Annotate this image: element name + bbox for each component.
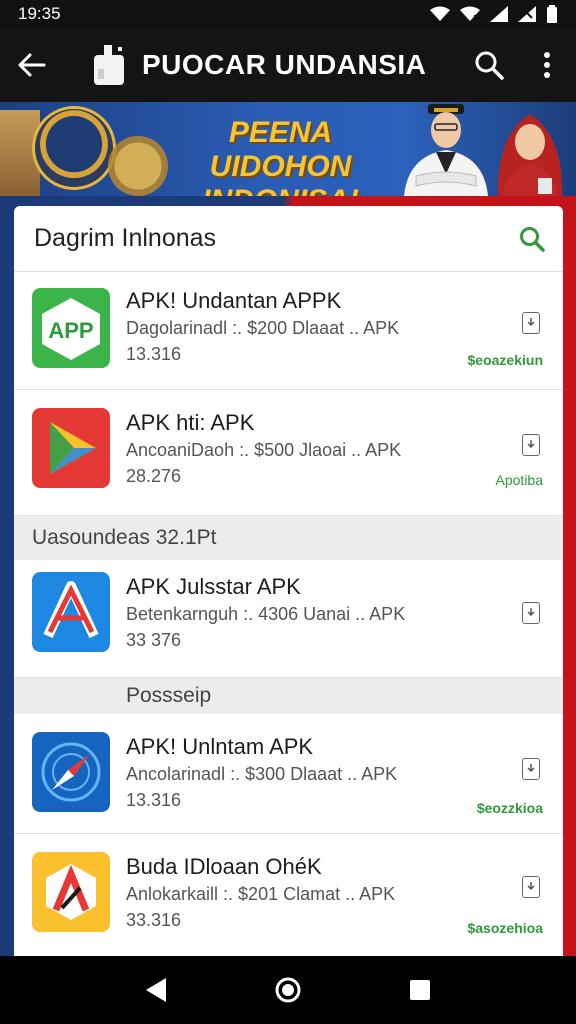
nav-home-button[interactable] — [258, 960, 318, 1020]
list-item[interactable]: APK hti: APK AncoaniDaoh :. $500 Jlaoai … — [14, 390, 563, 516]
section-label: Possseip — [126, 684, 212, 707]
search-icon[interactable] — [519, 226, 545, 252]
nav-recents-button[interactable] — [390, 960, 450, 1020]
download-button[interactable] — [522, 876, 540, 898]
back-button[interactable] — [0, 28, 64, 102]
banner-text: PEENA UIDOHON INDONISA! — [158, 116, 403, 196]
download-icon — [527, 608, 535, 617]
wifi-icon — [430, 6, 450, 21]
app-size: 13.316 — [126, 790, 182, 810]
download-icon — [527, 318, 535, 327]
list-item[interactable]: Buda IDloaan OhéK Anlokarkaill :. $201 C… — [14, 834, 563, 956]
app-description: Anlokarkaill :. $201 Clamat .. APK — [126, 884, 396, 904]
section-label: Uasoundeas 32.1Pt — [32, 526, 217, 549]
app-name: APK Julsstar APK — [126, 574, 301, 599]
banner-line2: INDONISA! — [158, 184, 403, 196]
arrow-left-icon — [18, 53, 46, 77]
app-name: APK hti: APK — [126, 410, 255, 435]
more-vert-icon — [544, 52, 550, 78]
app-icon: APP — [32, 288, 110, 368]
app-price: $asozehioa — [467, 920, 543, 936]
app-description: Betenkarnguh :. 4306 Uanai .. APK — [126, 604, 406, 624]
app-size: 13.316 — [126, 344, 182, 364]
list-item[interactable]: APK Julsstar APK Betenkarnguh :. 4306 Ua… — [14, 560, 563, 678]
app-title: PUOCAR UNDANSIA — [142, 49, 427, 80]
status-icons — [430, 5, 558, 23]
nav-back-button[interactable] — [126, 960, 186, 1020]
status-time: 19:35 — [18, 4, 61, 23]
app-icon — [32, 408, 110, 488]
app-price: $eozzkioa — [476, 800, 543, 816]
app-icon — [32, 732, 110, 812]
status-bar: 19:35 — [0, 0, 576, 28]
download-button[interactable] — [522, 602, 540, 624]
app-description: Dagolarinadl :. $200 Dlaaat .. APK — [126, 318, 400, 338]
app-list-card: Dagrim Inlnonas APP APK! Undantan APPK D… — [14, 206, 563, 956]
wifi-icon — [460, 6, 480, 22]
app-size: 33 376 — [126, 630, 182, 650]
person-woman-image — [497, 114, 563, 196]
search-icon — [475, 51, 504, 80]
app-icon — [32, 852, 110, 932]
battery-icon — [547, 5, 557, 23]
download-icon — [527, 764, 535, 773]
more-options-button[interactable] — [518, 28, 576, 102]
app-name: Buda IDloaan OhéK — [126, 854, 322, 879]
signal-icon — [490, 6, 508, 22]
system-nav-bar — [0, 956, 576, 1024]
section-header: Uasoundeas 32.1Pt — [14, 516, 563, 560]
circle-home-icon — [275, 977, 301, 1003]
app-size: 28.276 — [126, 466, 182, 486]
signal-icon — [518, 6, 536, 22]
download-button[interactable] — [522, 434, 540, 456]
list-item[interactable]: APP APK! Undantan APPK Dagolarinadl :. $… — [14, 272, 563, 390]
app-price: $eoazekiun — [467, 352, 543, 368]
app-name: APK! Unlntam APK — [126, 734, 314, 759]
section-header: Possseip — [14, 678, 563, 714]
list-header: Dagrim Inlnonas — [14, 206, 563, 272]
list-header-title: Dagrim Inlnonas — [34, 224, 217, 252]
app-icon — [32, 572, 110, 652]
banner-line1: PEENA UIDOHON — [209, 116, 352, 183]
triangle-back-icon — [146, 978, 166, 1002]
app-icon-label: APP — [48, 318, 93, 343]
app-name: APK! Undantan APPK — [126, 288, 342, 313]
search-button[interactable] — [460, 28, 518, 102]
emblem-icon — [32, 106, 116, 190]
download-button[interactable] — [522, 758, 540, 780]
app-price: Apotiba — [495, 472, 543, 488]
download-button[interactable] — [522, 312, 540, 334]
list-item[interactable]: APK! Unlntam APK Ancolarinadl :. $300 Dl… — [14, 714, 563, 834]
app-logo-icon — [90, 42, 130, 88]
download-icon — [527, 440, 535, 449]
app-description: AncoaniDaoh :. $500 Jlaoai .. APK — [126, 440, 402, 460]
person-pilot-image — [404, 104, 488, 196]
download-icon — [527, 882, 535, 891]
app-bar: PUOCAR UNDANSIA — [0, 28, 576, 102]
promo-banner[interactable]: PEENA UIDOHON INDONISA! — [0, 102, 576, 196]
square-recents-icon — [410, 980, 430, 1000]
app-size: 33.316 — [126, 910, 182, 930]
app-description: Ancolarinadl :. $300 Dlaaat .. APK — [126, 764, 398, 784]
